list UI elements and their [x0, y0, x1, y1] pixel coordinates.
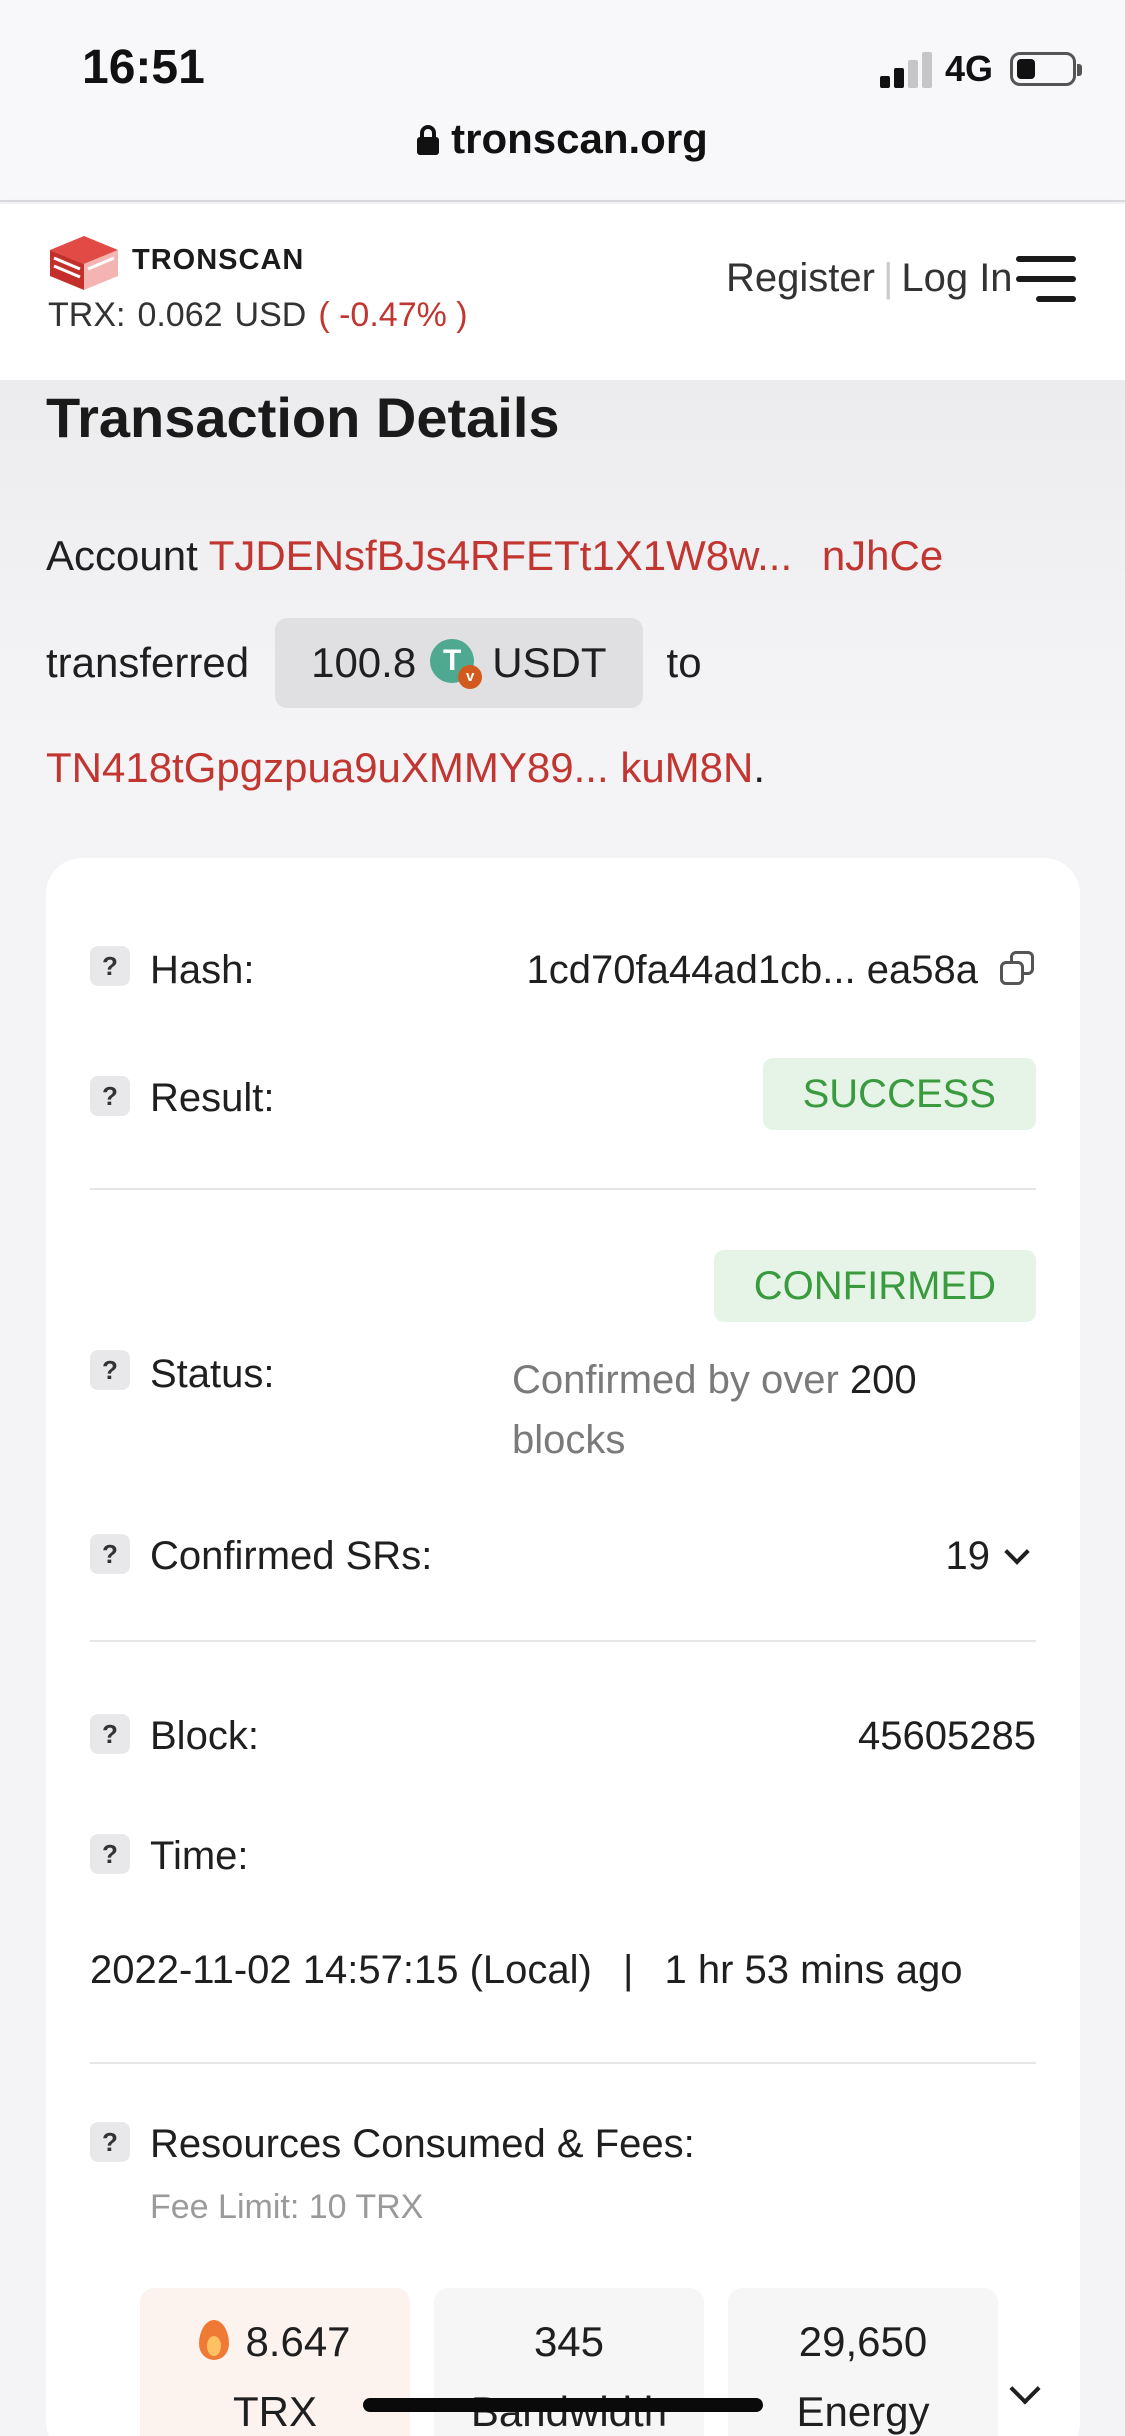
price-change: ( -0.47% ) [318, 296, 468, 334]
from-address-end[interactable]: nJhCe [822, 532, 943, 579]
help-icon[interactable]: ? [90, 946, 130, 986]
summary-account-line: Account TJDENsfBJs4RFETt1X1W8w... nJhCe [46, 532, 943, 580]
trx-price: TRX: 0.062 USD ( -0.47% ) [48, 296, 468, 335]
to-address-link[interactable]: TN418tGpgzpua9uXMMY89... [46, 744, 609, 791]
resource-trx-value-line: 8.647 [140, 2318, 410, 2366]
expand-resources-chevron-icon[interactable] [1009, 2373, 1041, 2405]
confirmed-by-text: Confirmed by over 200 blocks [512, 1350, 982, 1470]
resources-label: Resources Consumed & Fees: [150, 2122, 695, 2166]
time-label: Time: [150, 1834, 249, 1878]
resource-trx-unit: TRX [233, 2388, 317, 2435]
network-type: 4G [945, 48, 994, 89]
time-ago: 1 hr 53 mins ago [664, 1948, 963, 1992]
hamburger-menu-icon[interactable] [1016, 256, 1076, 302]
copy-icon[interactable] [1000, 951, 1036, 987]
from-address-link[interactable]: TJDENsfBJs4RFETt1X1W8w... [209, 532, 792, 579]
resource-bandwidth-value: 345 [533, 2318, 605, 2365]
tronscan-logo-icon[interactable] [46, 232, 122, 292]
token-amount-chip[interactable]: 100.8 Tv USDT [275, 618, 643, 708]
resources-row: ? Resources Consumed & Fees: [90, 2114, 1036, 2174]
resource-energy-value: 29,650 [798, 2318, 928, 2365]
divider [90, 1640, 1036, 1642]
battery-icon [1010, 52, 1082, 86]
resource-trx-box: 8.647 TRX [140, 2288, 410, 2436]
to-address-end[interactable]: kuM8N [620, 744, 753, 791]
signal-icon [880, 52, 934, 88]
resource-trx-value: 8.647 [245, 2318, 351, 2365]
resource-bandwidth-box: 345 Bandwidth [434, 2288, 704, 2436]
time-row: ? Time: [90, 1826, 1036, 1886]
transferred-label: transferred [46, 639, 250, 686]
divider [90, 2062, 1036, 2064]
time-value: 2022-11-02 14:57:15 (Local) [90, 1948, 592, 1992]
auth-links: Register | Log In [726, 256, 1013, 301]
usdt-token-icon: Tv [430, 639, 483, 689]
brand-name[interactable]: TRONSCAN [132, 244, 304, 277]
help-icon[interactable]: ? [90, 1834, 130, 1874]
price-currency: USD [234, 296, 307, 334]
help-icon[interactable]: ? [90, 1714, 130, 1754]
token-symbol: USDT [492, 639, 607, 686]
summary-transfer-line: transferred 100.8 Tv USDT to [46, 618, 702, 708]
status-bar: 16:51 4G tronscan.org [0, 0, 1125, 202]
summary-period: . [753, 744, 766, 791]
hash-value-group: 1cd70fa44ad1cb... ea58a [526, 948, 1036, 993]
status-label: Status: [150, 1352, 275, 1396]
confirmed-by-prefix: Confirmed by over [512, 1358, 839, 1402]
hash-label: Hash: [150, 948, 255, 992]
auth-separator: | [882, 256, 894, 300]
account-label: Account [46, 532, 198, 579]
to-label: to [666, 639, 702, 686]
result-badge: SUCCESS [762, 1058, 1036, 1130]
status-time: 16:51 [82, 41, 205, 94]
help-icon[interactable]: ? [90, 1350, 130, 1390]
url-text: tronscan.org [451, 115, 708, 162]
divider [90, 1188, 1036, 1190]
time-separator: | [622, 1948, 634, 1992]
confirmed-srs-row: ? Confirmed SRs: 19 [90, 1526, 1036, 1586]
price-label: TRX: [48, 296, 126, 334]
block-row: ? Block: 45605285 [90, 1706, 1036, 1766]
hash-value[interactable]: 1cd70fa44ad1cb... ea58a [526, 948, 978, 992]
page-title: Transaction Details [46, 386, 560, 449]
transaction-details-card: ? Hash: 1cd70fa44ad1cb... ea58a ? Result… [46, 858, 1080, 2436]
block-value[interactable]: 45605285 [858, 1714, 1036, 1759]
result-row: ? Result: SUCCESS [90, 1058, 1036, 1134]
fee-limit: Fee Limit: 10 TRX [150, 2188, 424, 2226]
resource-energy-unit: Energy [796, 2388, 930, 2435]
help-icon[interactable]: ? [90, 1076, 130, 1116]
address-bar[interactable]: tronscan.org [0, 115, 1125, 163]
confirmed-by-suffix: blocks [512, 1418, 626, 1462]
status-row: CONFIRMED ? Status: Confirmed by over 20… [90, 1250, 1036, 1470]
confirmed-srs-value: 19 [945, 1534, 991, 1578]
block-label: Block: [150, 1714, 259, 1758]
resource-bandwidth-unit: Bandwidth [434, 2388, 704, 2436]
hash-row: ? Hash: 1cd70fa44ad1cb... ea58a [90, 942, 1036, 1002]
result-label: Result: [150, 1076, 275, 1120]
price-value: 0.062 [137, 296, 223, 334]
help-icon[interactable]: ? [90, 1534, 130, 1574]
status-badge: CONFIRMED [713, 1250, 1036, 1322]
lock-icon [417, 125, 440, 155]
transfer-amount: 100.8 [311, 639, 417, 686]
site-header: TRONSCAN TRX: 0.062 USD ( -0.47% ) Register… [0, 204, 1125, 380]
home-indicator[interactable] [363, 2398, 763, 2412]
flame-icon [199, 2320, 230, 2360]
resource-energy-box: 29,650 Energy [728, 2288, 998, 2436]
confirmed-srs-label: Confirmed SRs: [150, 1534, 433, 1578]
help-icon[interactable]: ? [90, 2122, 130, 2162]
time-value-row: 2022-11-02 14:57:15 (Local) | 1 hr 53 mi… [90, 1948, 1036, 2008]
chevron-down-icon [1004, 1539, 1030, 1565]
confirmed-by-count: 200 [849, 1358, 917, 1402]
summary-recipient-line: TN418tGpgzpua9uXMMY89... kuM8N. [46, 744, 765, 792]
register-link[interactable]: Register [726, 256, 875, 300]
confirmed-srs-dropdown[interactable]: 19 [945, 1534, 1030, 1579]
login-link[interactable]: Log In [901, 256, 1012, 300]
